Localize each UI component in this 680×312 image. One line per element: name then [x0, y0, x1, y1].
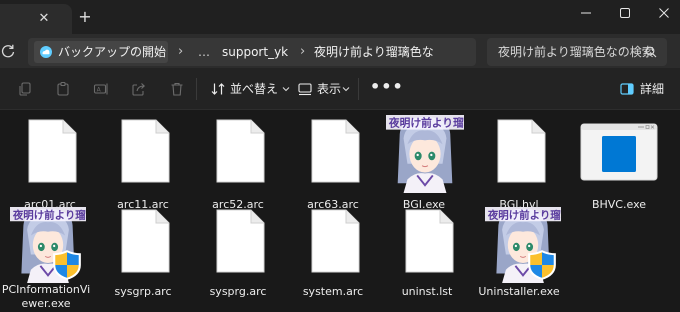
share-icon[interactable] [131, 81, 147, 97]
document-icon [215, 119, 265, 183]
file-item[interactable]: system.arc [287, 209, 379, 298]
breadcrumb-item-support-yk[interactable]: support_yk [222, 41, 288, 63]
file-name: Uninstaller.exe [478, 285, 560, 298]
uac-shield-icon [527, 249, 557, 281]
document-icon [496, 119, 546, 183]
maximize-button[interactable] [603, 0, 647, 26]
file-item[interactable]: arc11.arc [97, 119, 189, 211]
document-icon [310, 209, 360, 273]
address-field[interactable]: バックアップの開始 › … support_yk › 夜明け前より瑠璃色な [28, 38, 476, 66]
minimize-button[interactable] [564, 0, 608, 26]
view-icon [298, 83, 312, 96]
breadcrumb-label: バックアップの開始 [58, 45, 167, 59]
breadcrumb-separator: › [178, 44, 184, 59]
view-label: 表示 [317, 82, 342, 96]
tab-current[interactable]: ✕ [0, 4, 72, 34]
file-item[interactable]: PCInformationViewer.exe [0, 207, 92, 312]
document-icon [404, 209, 454, 273]
file-name: system.arc [302, 285, 364, 298]
file-item[interactable]: arc52.arc [192, 119, 284, 211]
view-button[interactable]: 表示 [298, 77, 350, 101]
more-options-button[interactable]: ••• [370, 77, 403, 101]
close-window-button[interactable] [642, 0, 680, 26]
file-name: PCInformationViewer.exe [1, 283, 91, 310]
sort-label: 並べ替え [230, 82, 279, 96]
breadcrumb-overflow[interactable]: … [198, 41, 210, 63]
address-bar: バックアップの開始 › … support_yk › 夜明け前より瑠璃色な 夜明… [0, 34, 680, 68]
close-tab-icon[interactable]: ✕ [36, 11, 52, 27]
document-icon [120, 209, 170, 273]
toolbar-divider [358, 78, 359, 100]
file-item[interactable]: Uninstaller.exe [473, 207, 565, 298]
search-icon [645, 46, 657, 58]
file-name: uninst.lst [401, 285, 453, 298]
command-bar: A 並べ替え 表示 ••• 詳細 [0, 68, 680, 110]
file-item[interactable]: arc63.arc [287, 119, 379, 211]
file-item[interactable]: BGI.exe [378, 115, 470, 211]
details-label: 詳細 [640, 82, 665, 96]
sort-button[interactable]: 並べ替え [210, 77, 292, 101]
file-item[interactable]: BGI.hvl [473, 119, 565, 211]
file-name: BHVC.exe [591, 198, 647, 211]
cloud-sync-icon [40, 46, 52, 58]
file-name: sysgrp.arc [114, 285, 172, 298]
document-icon [215, 209, 265, 273]
copy-icon[interactable] [17, 81, 33, 97]
file-item[interactable]: sysprg.arc [192, 209, 284, 298]
file-item[interactable]: uninst.lst [381, 209, 473, 298]
search-input[interactable]: 夜明け前より瑠璃色なの検索 [487, 38, 667, 66]
details-pane-icon [620, 83, 634, 95]
window-app-icon [580, 123, 658, 181]
rename-icon[interactable]: A [93, 81, 109, 97]
title-bar: ✕ + [0, 0, 680, 34]
breadcrumb-item-current[interactable]: 夜明け前より瑠璃色な [314, 41, 434, 63]
refresh-icon[interactable] [0, 43, 16, 59]
uac-shield-icon [52, 249, 82, 281]
toolbar-divider [196, 78, 197, 100]
paste-icon[interactable] [55, 81, 71, 97]
file-grid: arc01.arc arc11.arc arc52.arc arc63.arc … [0, 111, 680, 312]
close-icon [659, 8, 669, 18]
document-icon [120, 119, 170, 183]
delete-icon[interactable] [169, 81, 185, 97]
breadcrumb-item-backup[interactable]: バックアップの開始 [34, 41, 168, 63]
search-placeholder: 夜明け前より瑠璃色なの検索 [498, 45, 654, 59]
sort-icon [211, 83, 225, 95]
file-name: sysprg.arc [209, 285, 267, 298]
file-item[interactable]: arc01.arc [4, 119, 96, 211]
character-app-icon [386, 115, 464, 193]
maximize-icon [620, 8, 630, 18]
document-icon [310, 119, 360, 183]
chevron-down-icon [342, 87, 350, 92]
document-icon [27, 119, 77, 183]
file-item[interactable]: BHVC.exe [573, 121, 665, 211]
chevron-down-icon [282, 87, 290, 92]
minimize-icon [581, 12, 591, 14]
file-item[interactable]: sysgrp.arc [97, 209, 189, 298]
new-tab-icon[interactable]: + [76, 8, 94, 26]
breadcrumb-separator: › [300, 44, 306, 59]
details-pane-button[interactable]: 詳細 [620, 77, 666, 101]
